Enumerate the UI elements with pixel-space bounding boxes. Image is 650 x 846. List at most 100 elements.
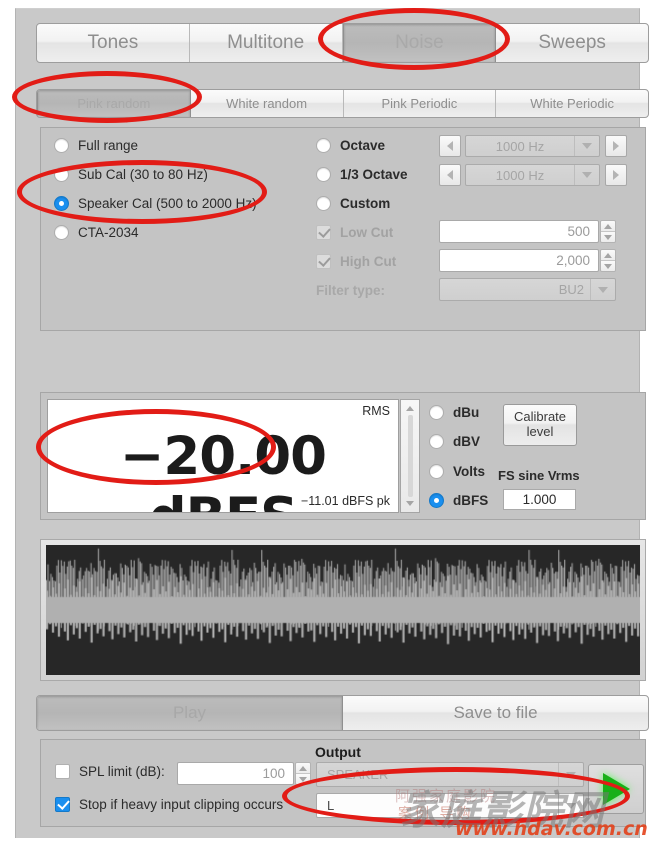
third-octave-next-button[interactable] — [605, 164, 627, 186]
level-stepper[interactable] — [400, 399, 420, 513]
stepper-up-icon[interactable] — [296, 763, 310, 774]
low-cut-value: 500 — [567, 224, 590, 239]
spl-limit-value: 100 — [262, 766, 285, 781]
transport-bar[interactable]: Play Save to file — [36, 695, 649, 731]
octave-next-button[interactable] — [605, 135, 627, 157]
radio-cta-2034-label: CTA-2034 — [78, 225, 139, 240]
save-to-file-label: Save to file — [453, 703, 538, 722]
calibrate-level-button[interactable]: Calibrate level — [503, 404, 577, 446]
radio-dot-icon — [54, 138, 69, 153]
checkbox-stop-on-clipping[interactable]: Stop if heavy input clipping occurs — [55, 797, 283, 812]
filter-type-combo[interactable]: BU2 — [439, 278, 616, 301]
tab-white-random[interactable]: White random — [191, 90, 344, 117]
chevron-right-icon — [613, 141, 619, 151]
radio-dot-icon — [316, 138, 331, 153]
radio-dot-icon — [429, 464, 444, 479]
radio-third-octave[interactable]: 1/3 Octave — [316, 167, 408, 182]
tab-white-random-label: White random — [226, 96, 308, 111]
high-cut-input[interactable]: 2,000 — [439, 249, 599, 272]
radio-octave-label: Octave — [340, 138, 386, 153]
radio-third-octave-label: 1/3 Octave — [340, 167, 408, 182]
chevron-left-icon — [447, 170, 453, 180]
radio-dbu[interactable]: dBu — [429, 405, 479, 420]
radio-cta-2034[interactable]: CTA-2034 — [54, 225, 139, 240]
radio-dbv[interactable]: dBV — [429, 434, 480, 449]
radio-volts-label: Volts — [453, 464, 486, 479]
annotation-ellipse-noise-tab — [318, 8, 510, 70]
stepper-track[interactable] — [407, 415, 413, 497]
chevron-right-icon — [613, 170, 619, 180]
radio-full-range-label: Full range — [78, 138, 139, 153]
checkbox-icon — [55, 764, 70, 779]
third-octave-frequency-value: 1000 Hz — [495, 167, 545, 183]
high-cut-value: 2,000 — [556, 253, 590, 268]
fs-sine-vrms-label: FS sine Vrms — [498, 468, 580, 483]
chevron-down-icon — [574, 165, 599, 185]
noise-options-panel: Full range Sub Cal (30 to 80 Hz) Speaker… — [40, 127, 646, 331]
octave-frequency-value: 1000 Hz — [495, 138, 545, 154]
checkbox-icon — [316, 254, 331, 269]
radio-dot-icon — [429, 434, 444, 449]
octave-frequency-combo[interactable]: 1000 Hz — [465, 135, 600, 157]
calibrate-line2: level — [526, 424, 554, 439]
radio-full-range[interactable]: Full range — [54, 138, 138, 153]
radio-custom-label: Custom — [340, 196, 391, 211]
waveform-canvas — [46, 545, 640, 675]
checkbox-spl-limit[interactable]: SPL limit (dB): — [55, 764, 165, 779]
radio-dot-icon — [54, 225, 69, 240]
rms-label: RMS — [362, 404, 390, 418]
play-button-label: Play — [172, 703, 207, 722]
third-octave-frequency-combo[interactable]: 1000 Hz — [465, 164, 600, 186]
tab-white-periodic-label: White Periodic — [530, 96, 615, 111]
checkbox-checked-icon — [55, 797, 70, 812]
play-button[interactable]: Play — [37, 696, 343, 730]
radio-dbu-label: dBu — [453, 405, 480, 420]
annotation-ellipse-output-channel — [282, 767, 630, 825]
checkbox-high-cut[interactable]: High Cut — [316, 254, 396, 269]
octave-prev-button[interactable] — [439, 135, 461, 157]
radio-dbfs-label: dBFS — [453, 493, 489, 508]
stepper-down-icon[interactable] — [406, 501, 414, 506]
filter-type-label: Filter type: — [316, 283, 386, 298]
checkbox-low-cut-label: Low Cut — [340, 225, 394, 240]
tab-pink-periodic[interactable]: Pink Periodic — [344, 90, 497, 117]
stepper-up-icon[interactable] — [601, 221, 615, 232]
tab-multitone-label: Multitone — [227, 32, 305, 53]
spl-limit-label: SPL limit (dB): — [79, 764, 165, 779]
checkbox-high-cut-label: High Cut — [340, 254, 397, 269]
low-cut-stepper[interactable] — [600, 220, 616, 243]
radio-dot-icon — [316, 196, 331, 211]
checkbox-icon — [316, 225, 331, 240]
waveform-preview-frame — [40, 539, 646, 681]
radio-custom[interactable]: Custom — [316, 196, 390, 211]
filter-type-value: BU2 — [558, 282, 584, 297]
tab-tones-label: Tones — [87, 32, 139, 53]
chevron-down-icon — [590, 279, 615, 300]
radio-dbfs[interactable]: dBFS — [429, 493, 488, 508]
tab-white-periodic[interactable]: White Periodic — [496, 90, 648, 117]
radio-dot-selected-icon — [429, 493, 444, 508]
spl-limit-input[interactable]: 100 — [177, 762, 294, 785]
stepper-down-icon[interactable] — [601, 261, 615, 271]
fs-sine-vrms-input[interactable]: 1.000 — [503, 489, 576, 510]
annotation-ellipse-speaker-cal — [17, 160, 267, 224]
annotation-ellipse-level-value — [36, 409, 276, 485]
tab-sweeps-label: Sweeps — [538, 32, 606, 53]
radio-volts[interactable]: Volts — [429, 464, 485, 479]
third-octave-prev-button[interactable] — [439, 164, 461, 186]
save-to-file-button[interactable]: Save to file — [343, 696, 648, 730]
tab-tones[interactable]: Tones — [37, 24, 190, 62]
calibrate-line1: Calibrate — [513, 409, 567, 425]
stepper-up-icon[interactable] — [406, 406, 414, 411]
tab-pink-periodic-label: Pink Periodic — [381, 96, 458, 111]
tab-sweeps[interactable]: Sweeps — [496, 24, 648, 62]
peak-level-label: −11.01 dBFS pk — [300, 494, 390, 508]
radio-dbv-label: dBV — [453, 434, 480, 449]
radio-dot-icon — [316, 167, 331, 182]
stepper-down-icon[interactable] — [601, 232, 615, 242]
radio-octave[interactable]: Octave — [316, 138, 385, 153]
checkbox-low-cut[interactable]: Low Cut — [316, 225, 393, 240]
stepper-up-icon[interactable] — [601, 250, 615, 261]
low-cut-input[interactable]: 500 — [439, 220, 599, 243]
high-cut-stepper[interactable] — [600, 249, 616, 272]
